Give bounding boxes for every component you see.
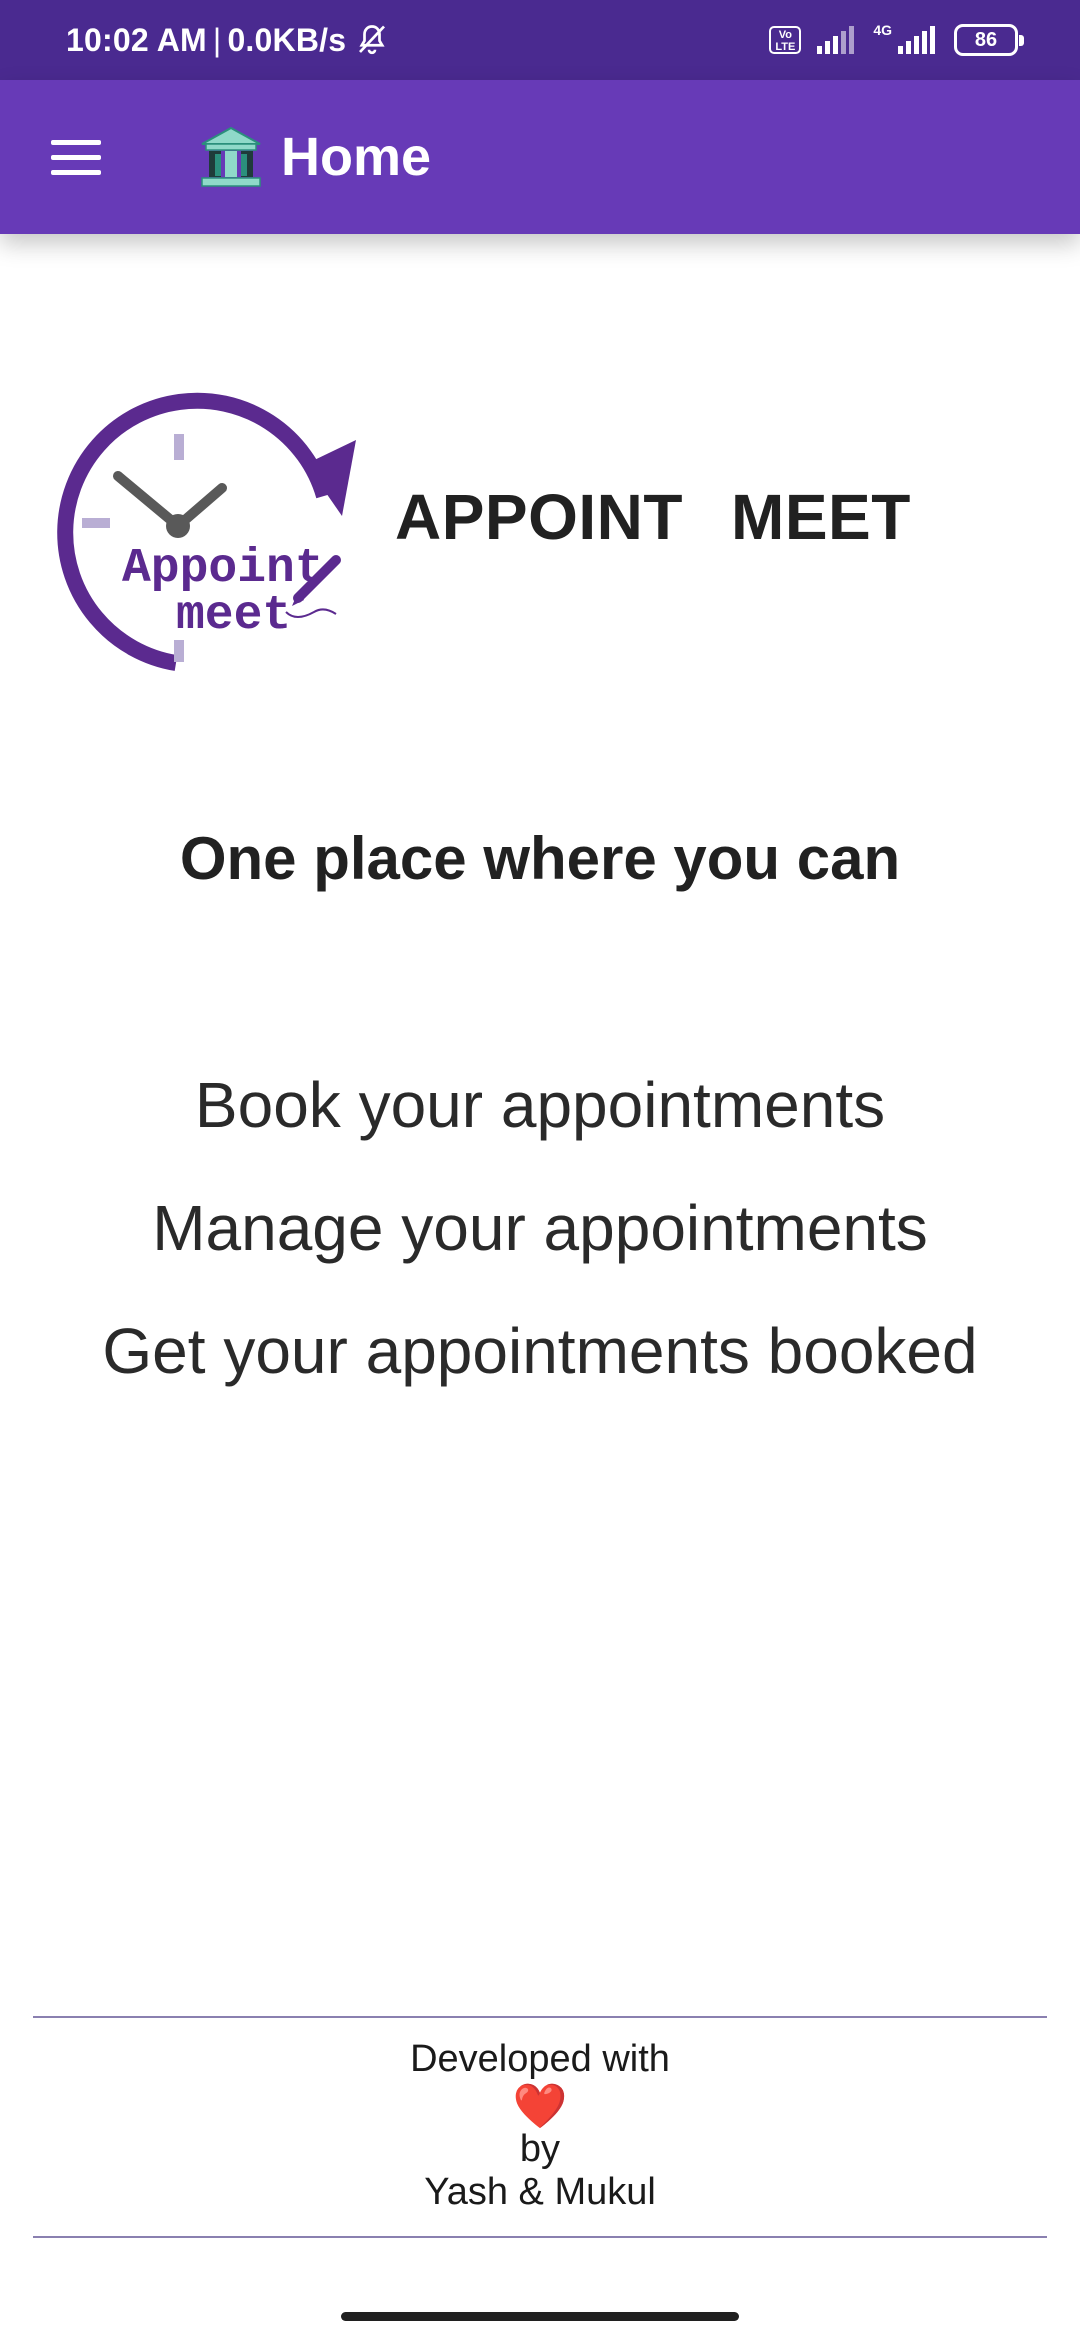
footer-authors: Yash & Mukul [424, 2171, 656, 2213]
status-right: Vo LTE 4G 86 [769, 0, 1024, 80]
status-bar: 10:02 AM | 0.0KB/s Vo LTE 4G 86 [0, 0, 1080, 80]
status-time: 10:02 AM [66, 21, 207, 58]
appoint-meet-logo: Appoint meet [57, 392, 356, 671]
page-title: Home [281, 127, 432, 187]
volte-line2: LTE [775, 41, 796, 53]
footer-by: by [519, 2128, 561, 2170]
bank-icon [201, 126, 261, 187]
menu-icon[interactable] [36, 117, 116, 197]
footer-divider-top [33, 2016, 1047, 2018]
footer-divider-bottom [33, 2236, 1047, 2238]
footer-developed-with: Developed with [410, 2038, 670, 2080]
bell-off-icon [359, 25, 386, 55]
home-gesture-bar[interactable] [341, 2312, 739, 2321]
logo-text-line2: meet [176, 589, 291, 643]
signal-4g-icon [898, 26, 935, 54]
brand-word-appoint: APPOINT [395, 481, 683, 553]
feature-item: Get your appointments booked [102, 1315, 978, 1387]
logo-text-line1: Appoint [122, 542, 324, 596]
home-screen: 10:02 AM | 0.0KB/s Vo LTE 4G 86 Home App… [0, 0, 1080, 2340]
battery-icon: 86 [954, 24, 1024, 56]
heart-icon: ❤️ [512, 2082, 568, 2131]
battery-level: 86 [974, 28, 998, 51]
app-bar: Home [0, 80, 1080, 234]
brand-word-meet: MEET [731, 481, 911, 553]
tagline: One place where you can [179, 825, 901, 892]
feature-item: Book your appointments [194, 1069, 886, 1141]
status-separator: | [212, 21, 222, 58]
signal-icon [817, 26, 855, 54]
network-speed: 0.0KB/s [227, 21, 347, 58]
volte-badge: Vo LTE [769, 26, 802, 54]
status-left: 10:02 AM | 0.0KB/s [66, 0, 390, 80]
net-type-label: 4G [873, 22, 892, 38]
volte-line1: Vo [778, 29, 792, 41]
feature-item: Manage your appointments [152, 1192, 928, 1264]
